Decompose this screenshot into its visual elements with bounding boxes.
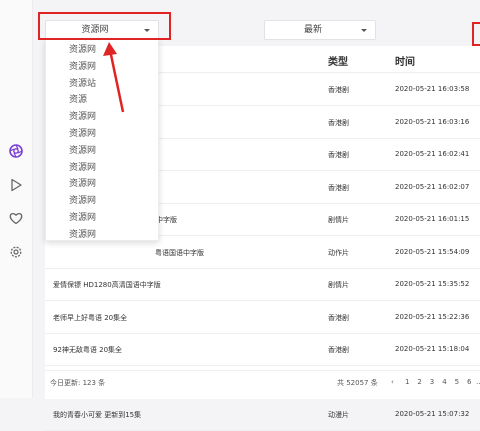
row-time: 2020-05-21 15:18:04 (395, 345, 470, 353)
row-time: 2020-05-21 16:03:58 (395, 85, 470, 93)
table-footer: 今日更新: 123 条 共 52057 条 ‹ 12 34 56 … (45, 370, 480, 399)
dropdown-option[interactable]: 资源网 (69, 143, 96, 156)
row-type: 动漫片 (328, 411, 349, 419)
row-time: 2020-05-21 16:02:41 (395, 150, 470, 158)
play-icon[interactable] (8, 177, 24, 193)
table-row[interactable]: 92神无敌粤语 20集全 香港剧 2020-05-21 15:18:04 (45, 333, 480, 366)
table-row[interactable]: 老师早上好粤语 20集全 香港剧 2020-05-21 15:22:36 (45, 301, 480, 334)
row-title[interactable]: 92神无敌粤语 20集全 (53, 345, 122, 355)
row-type: 香港剧 (328, 151, 349, 159)
dropdown-option[interactable]: 资源网 (69, 210, 96, 223)
dropdown-option[interactable]: 资源网 (69, 193, 96, 206)
row-time: 2020-05-21 15:54:09 (395, 247, 470, 256)
table-row[interactable]: 我的青春小可爱 更新到15集 动漫片 2020-05-21 15:07:32 (45, 398, 480, 431)
row-type: 香港剧 (328, 86, 349, 94)
source-dropdown-menu: 资源网 资源网 资源站 资源 资源网 资源网 资源网 资源网 资源网 资源网 资源网 资源网 (45, 39, 159, 241)
row-type: 香港剧 (328, 313, 349, 322)
column-header-time[interactable]: 时间 (395, 53, 415, 68)
heart-icon[interactable] (8, 210, 24, 226)
row-time: 2020-05-21 15:22:36 (395, 312, 470, 321)
page-button-6[interactable]: 6 (467, 378, 471, 386)
page-button-3[interactable]: 3 (430, 378, 434, 386)
update-count: 今日更新: 123 条 (50, 379, 106, 387)
column-header-type[interactable]: 类型 (328, 53, 348, 68)
row-title[interactable]: 我的青春小可爱 更新到15集 (53, 410, 141, 420)
page-button-2[interactable]: 2 (417, 378, 421, 386)
row-title[interactable]: 老师早上好粤语 20集全 (53, 313, 127, 323)
row-time: 2020-05-21 16:02:07 (395, 182, 470, 191)
row-type: 动作片 (328, 248, 349, 257)
dropdown-option[interactable]: 资源网 (69, 227, 96, 240)
pagination-ellipsis: … (476, 378, 480, 386)
row-type: 剧情片 (328, 216, 349, 224)
dropdown-option[interactable]: 资源 (69, 92, 87, 105)
settings-icon[interactable] (8, 244, 24, 260)
page-button-5[interactable]: 5 (455, 378, 459, 386)
row-time: 2020-05-21 15:35:52 (395, 280, 470, 288)
row-type: 香港剧 (328, 346, 349, 354)
row-type: 剧情片 (328, 281, 349, 289)
total-count: 共 52057 条 (337, 379, 378, 387)
dropdown-option[interactable]: 资源网 (69, 126, 96, 139)
row-type: 香港剧 (328, 118, 349, 127)
row-type: 香港剧 (328, 183, 349, 192)
row-time: 2020-05-21 15:07:32 (395, 410, 470, 418)
row-title[interactable]: 爱情保镖 HD1280高清国语中字版 (53, 280, 161, 290)
aperture-icon[interactable] (8, 143, 24, 159)
row-time: 2020-05-21 16:03:16 (395, 117, 470, 126)
page-button-4[interactable]: 4 (442, 378, 446, 386)
row-title[interactable]: 粤语国语中字版 (155, 248, 204, 258)
dropdown-option[interactable]: 资源网 (69, 160, 96, 173)
dropdown-option[interactable]: 资源网 (69, 59, 96, 72)
dropdown-option[interactable]: 资源网 (69, 42, 96, 55)
dropdown-option[interactable]: 资源网 (69, 109, 96, 122)
row-time: 2020-05-21 16:01:15 (395, 215, 470, 223)
row-title[interactable]: 中字版 (156, 215, 177, 225)
prev-page-button[interactable]: ‹ (391, 378, 394, 386)
table-row[interactable]: 爱情保镖 HD1280高清国语中字版 剧情片 2020-05-21 15:35:52 (45, 268, 480, 301)
sidebar (0, 0, 33, 398)
page-button-1[interactable]: 1 (405, 378, 409, 386)
dropdown-option[interactable]: 资源网 (69, 176, 96, 189)
dropdown-option[interactable]: 资源站 (69, 76, 96, 89)
